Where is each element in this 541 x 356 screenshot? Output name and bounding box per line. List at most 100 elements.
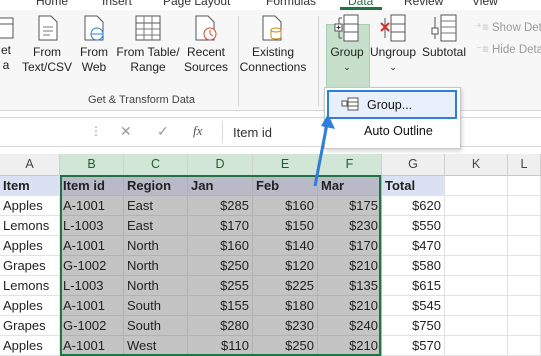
table-header-cell[interactable]: Jan [188, 176, 253, 196]
table-cell[interactable]: L-1003 [60, 216, 124, 236]
hide-detail-button[interactable]: ⁻≡ Hide Deta [476, 42, 541, 56]
cancel-icon[interactable]: ✕ [120, 123, 132, 140]
table-cell[interactable]: $250 [188, 256, 253, 276]
table-cell[interactable]: $570 [382, 336, 445, 356]
table-cell[interactable]: North [124, 236, 188, 256]
table-cell[interactable]: A-1001 [60, 236, 124, 256]
table-cell[interactable]: $225 [253, 276, 318, 296]
table-cell[interactable] [445, 296, 508, 316]
table-cell[interactable]: A-1001 [60, 196, 124, 216]
table-cell[interactable] [508, 216, 541, 236]
table-cell[interactable] [445, 196, 508, 216]
table-header-cell[interactable]: Region [124, 176, 188, 196]
table-cell[interactable]: $470 [382, 236, 445, 256]
from-text-csv-button[interactable]: From Text/CSV [22, 14, 72, 75]
column-header-c[interactable]: C [124, 154, 188, 177]
table-cell[interactable]: North [124, 256, 188, 276]
table-header-cell[interactable]: Item id [60, 176, 124, 196]
enter-icon[interactable]: ✓ [157, 123, 169, 140]
table-cell[interactable]: $620 [382, 196, 445, 216]
table-cell[interactable] [508, 276, 541, 296]
table-cell[interactable]: $255 [188, 276, 253, 296]
column-header-g[interactable]: G [382, 154, 445, 176]
table-cell[interactable] [508, 336, 541, 356]
name-box-dropdown-icon[interactable]: ⋮ [90, 124, 102, 138]
tab-view[interactable]: View [472, 0, 498, 8]
table-cell[interactable]: Apples [0, 196, 60, 216]
table-cell[interactable]: $110 [188, 336, 253, 356]
table-cell[interactable]: North [124, 276, 188, 296]
table-cell[interactable]: $155 [188, 296, 253, 316]
table-cell[interactable]: Grapes [0, 316, 60, 336]
table-header-cell[interactable] [445, 176, 508, 196]
table-cell[interactable]: $210 [318, 336, 382, 356]
table-cell[interactable] [445, 256, 508, 276]
table-cell[interactable]: South [124, 316, 188, 336]
table-cell[interactable]: East [124, 196, 188, 216]
table-cell[interactable] [508, 316, 541, 336]
table-cell[interactable] [445, 236, 508, 256]
table-cell[interactable]: $210 [318, 296, 382, 316]
tab-home[interactable]: Home [36, 0, 68, 8]
table-cell[interactable]: $230 [253, 316, 318, 336]
table-cell[interactable] [508, 256, 541, 276]
table-cell[interactable]: A-1001 [60, 296, 124, 316]
table-cell[interactable]: $250 [253, 336, 318, 356]
table-cell[interactable]: $160 [253, 196, 318, 216]
ungroup-button[interactable]: Ungroup ⌄ [368, 14, 418, 75]
table-cell[interactable]: South [124, 296, 188, 316]
menu-item-group[interactable]: Group... [327, 90, 457, 119]
column-header-k[interactable]: K [445, 154, 508, 176]
table-cell[interactable]: $135 [318, 276, 382, 296]
table-cell[interactable]: Apples [0, 336, 60, 356]
table-cell[interactable] [445, 316, 508, 336]
table-cell[interactable]: Grapes [0, 256, 60, 276]
table-cell[interactable]: $580 [382, 256, 445, 276]
show-detail-button[interactable]: ⁺≡ Show Det [476, 20, 541, 34]
table-cell[interactable]: West [124, 336, 188, 356]
table-cell[interactable] [445, 276, 508, 296]
table-cell[interactable] [508, 296, 541, 316]
group-button[interactable]: Group ⌄ [326, 14, 368, 75]
table-cell[interactable]: $615 [382, 276, 445, 296]
table-cell[interactable]: $210 [318, 256, 382, 276]
tab-review[interactable]: Review [404, 0, 443, 8]
table-cell[interactable]: $120 [253, 256, 318, 276]
tab-insert[interactable]: Insert [102, 0, 132, 8]
table-cell[interactable]: $545 [382, 296, 445, 316]
table-cell[interactable]: $170 [188, 216, 253, 236]
table-cell[interactable]: $170 [318, 236, 382, 256]
subtotal-button[interactable]: Subtotal [420, 14, 468, 60]
tab-formulas[interactable]: Formulas [266, 0, 316, 8]
existing-connections-button[interactable]: Existing Connections [238, 14, 308, 75]
menu-item-auto-outline[interactable]: Auto Outline [327, 119, 457, 144]
table-cell[interactable]: A-1001 [60, 336, 124, 356]
from-table-range-button[interactable]: From Table/ Range [114, 14, 182, 75]
table-cell[interactable]: $230 [318, 216, 382, 236]
table-cell[interactable]: $240 [318, 316, 382, 336]
table-cell[interactable]: $550 [382, 216, 445, 236]
table-cell[interactable]: $180 [253, 296, 318, 316]
recent-sources-button[interactable]: Recent Sources [182, 14, 230, 75]
column-header-l[interactable]: L [508, 154, 541, 176]
table-cell[interactable]: $140 [253, 236, 318, 256]
table-header-cell[interactable]: Total [382, 176, 445, 196]
name-box[interactable] [0, 121, 86, 143]
table-cell[interactable] [445, 336, 508, 356]
table-cell[interactable] [445, 216, 508, 236]
table-cell[interactable]: $150 [253, 216, 318, 236]
table-cell[interactable]: $160 [188, 236, 253, 256]
table-cell[interactable] [508, 236, 541, 256]
table-cell[interactable]: Apples [0, 296, 60, 316]
table-cell[interactable]: East [124, 216, 188, 236]
table-cell[interactable]: Lemons [0, 276, 60, 296]
table-cell[interactable]: L-1003 [60, 276, 124, 296]
table-cell[interactable] [508, 196, 541, 216]
column-header-a[interactable]: A [0, 154, 60, 176]
column-header-d[interactable]: D [188, 154, 253, 177]
from-web-button[interactable]: From Web [76, 14, 112, 75]
table-cell[interactable]: $285 [188, 196, 253, 216]
table-cell[interactable]: G-1002 [60, 316, 124, 336]
table-cell[interactable]: G-1002 [60, 256, 124, 276]
table-cell[interactable]: $175 [318, 196, 382, 216]
